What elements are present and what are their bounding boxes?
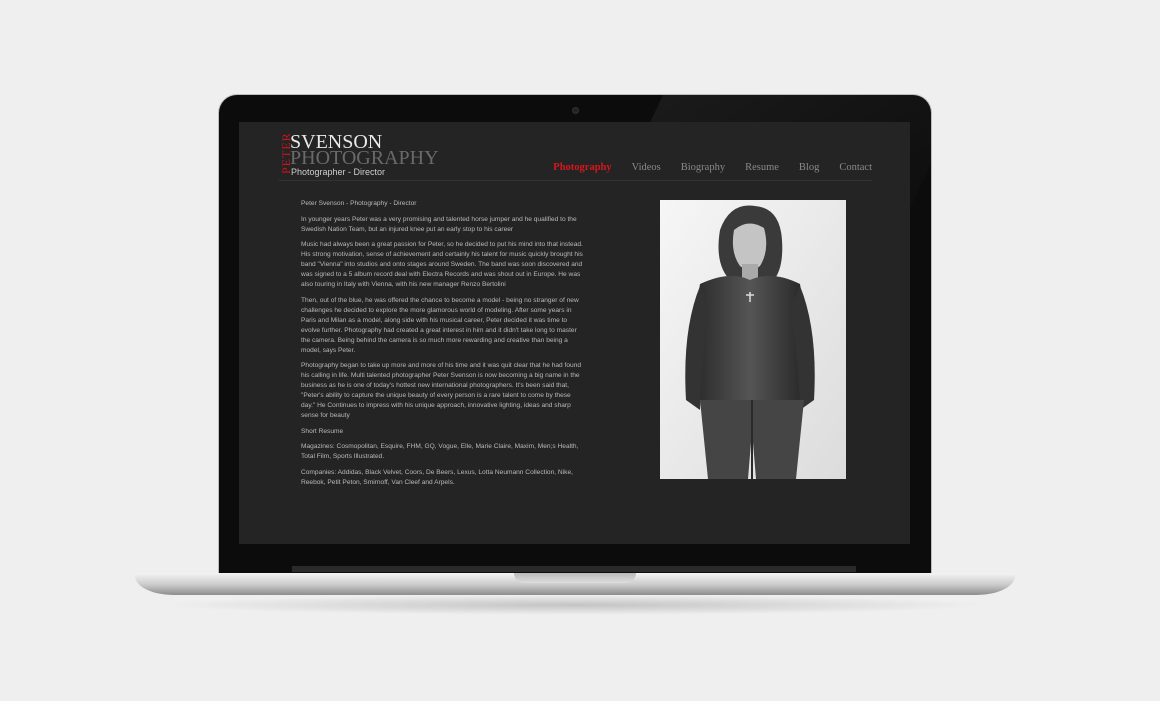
biography-content: Peter Svenson - Photography - Director I… xyxy=(301,199,583,493)
nav-videos[interactable]: Videos xyxy=(632,162,661,173)
laptop-screen: PETER SVENSON PHOTOGRAPHY Photographer -… xyxy=(239,122,910,544)
main-nav: Photography Videos Biography Resume Blog… xyxy=(553,162,872,173)
logo-subtitle: Photographer - Director xyxy=(291,167,386,177)
laptop-shadow xyxy=(160,595,990,615)
webcam xyxy=(572,107,579,114)
paragraph-magazines: Magazines: Cosmopolitan, Esquire, FHM, G… xyxy=(301,443,579,460)
paragraph-music: Music had always been a great passion fo… xyxy=(301,241,583,288)
screen-hinge xyxy=(292,566,856,572)
nav-resume[interactable]: Resume xyxy=(745,162,779,173)
paragraph-companies: Companies: Addidas, Black Velvet, Coors,… xyxy=(301,468,573,486)
nav-contact[interactable]: Contact xyxy=(839,162,872,173)
nav-blog[interactable]: Blog xyxy=(799,162,819,173)
nav-photography[interactable]: Photography xyxy=(553,162,611,173)
paragraph-modeling: Then, out of the blue, he was offered th… xyxy=(301,296,579,354)
portrait-figure xyxy=(660,200,846,479)
short-resume-heading: Short Resume xyxy=(301,427,344,435)
paragraph-photography: Photography began to take up more and mo… xyxy=(301,362,582,419)
nav-biography[interactable]: Biography xyxy=(681,162,725,173)
laptop-notch xyxy=(514,573,636,583)
paragraph-early-years: In younger years Peter was a very promis… xyxy=(301,215,577,233)
content-heading: Peter Svenson - Photography - Director xyxy=(301,200,417,207)
portrait-photo xyxy=(660,200,846,479)
nav-divider xyxy=(279,180,872,181)
